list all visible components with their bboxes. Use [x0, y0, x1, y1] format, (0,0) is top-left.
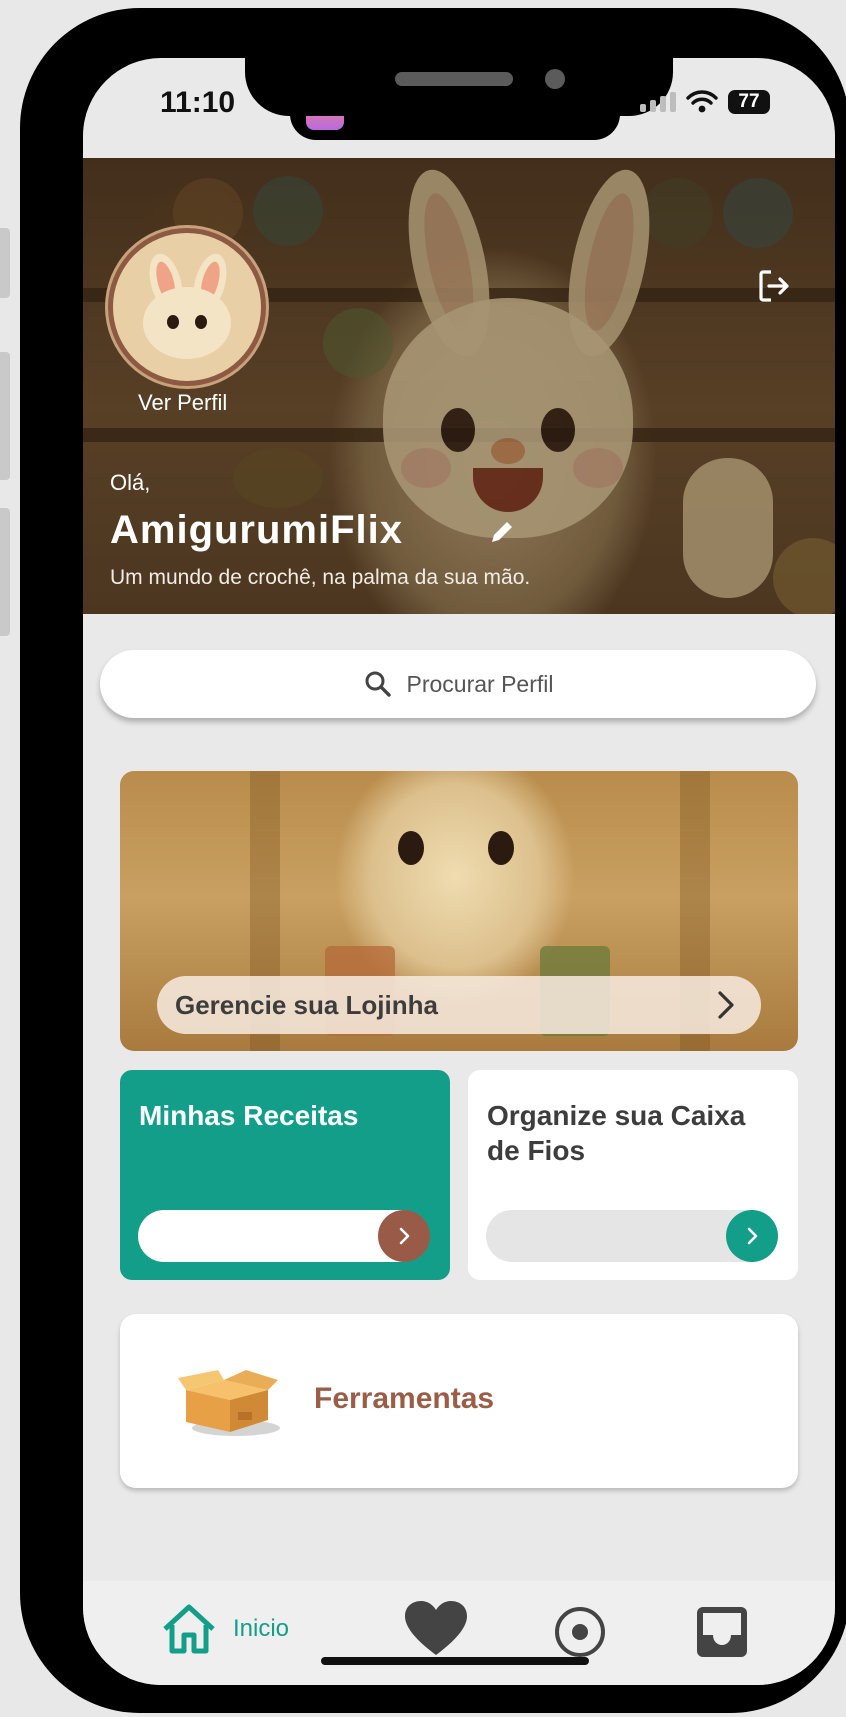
- bunny-eye: [488, 831, 514, 865]
- home-icon: [163, 1604, 215, 1654]
- status-time: 11:10: [160, 86, 236, 119]
- greeting: Olá,: [110, 470, 151, 495]
- bunny-eye: [398, 831, 424, 865]
- my-recipes-card[interactable]: Minhas Receitas: [120, 1070, 450, 1280]
- edit-icon[interactable]: [486, 516, 518, 548]
- chevron-right-icon: [747, 1227, 758, 1245]
- chevron-right-icon: [399, 1227, 410, 1245]
- tools-card[interactable]: Ferramentas: [120, 1314, 798, 1488]
- manage-shop-button[interactable]: Gerencie sua Lojinha: [157, 976, 761, 1034]
- yarn-box-title: Organize sua Caixa de Fios: [487, 1100, 746, 1166]
- notch: [245, 56, 673, 116]
- speaker: [395, 72, 513, 86]
- view-profile-link[interactable]: Ver Perfil: [138, 390, 227, 416]
- home-indicator[interactable]: [321, 1657, 589, 1665]
- tab-home[interactable]: Inicio: [161, 1603, 289, 1655]
- shop-banner[interactable]: Gerencie sua Lojinha: [120, 771, 798, 1051]
- yarn-box-open-button[interactable]: [726, 1210, 778, 1262]
- camera-icon: [545, 69, 565, 89]
- yarn-box-bar: [486, 1210, 778, 1262]
- search-icon: [365, 671, 391, 697]
- battery-icon: 77: [728, 90, 770, 114]
- heart-icon[interactable]: [405, 1601, 467, 1657]
- phone-frame: Ver Perfil Olá, AmigurumiFlix Um mundo d…: [20, 8, 846, 1713]
- manage-shop-label: Gerencie sua Lojinha: [175, 990, 438, 1020]
- avatar-eye: [195, 315, 207, 329]
- my-recipes-title: Minhas Receitas: [139, 1100, 359, 1131]
- side-button-volume-up: [0, 352, 10, 480]
- yarn-box-card[interactable]: Organize sua Caixa de Fios: [468, 1070, 798, 1280]
- signal-icon: [640, 92, 676, 112]
- profile-name: AmigurumiFlix: [110, 508, 404, 552]
- profile-header: Ver Perfil Olá, AmigurumiFlix Um mundo d…: [83, 158, 835, 614]
- tab-home-label: Inicio: [233, 1615, 290, 1642]
- search-placeholder: Procurar Perfil: [406, 670, 554, 697]
- search-bar[interactable]: Procurar Perfil: [100, 650, 816, 718]
- chevron-right-icon: [718, 991, 734, 1019]
- avatar-eye: [167, 315, 179, 329]
- avatar[interactable]: [108, 228, 266, 386]
- inbox-icon[interactable]: [695, 1605, 749, 1659]
- logout-icon[interactable]: [755, 266, 795, 306]
- app-screen: Ver Perfil Olá, AmigurumiFlix Um mundo d…: [83, 58, 835, 1685]
- my-recipes-bar: [138, 1210, 430, 1262]
- tagline: Um mundo de crochê, na palma da sua mão.: [110, 566, 531, 589]
- bottom-tab-bar: Inicio: [83, 1581, 835, 1685]
- avatar-face: [143, 287, 231, 359]
- side-button-mute: [0, 228, 10, 298]
- side-button-volume-down: [0, 508, 10, 636]
- tools-label: Ferramentas: [314, 1382, 495, 1415]
- box-icon: [178, 1370, 280, 1436]
- my-recipes-open-button[interactable]: [378, 1210, 430, 1262]
- status-icons: 77: [640, 90, 770, 114]
- wifi-icon: [686, 90, 718, 113]
- radio-icon[interactable]: [553, 1605, 607, 1659]
